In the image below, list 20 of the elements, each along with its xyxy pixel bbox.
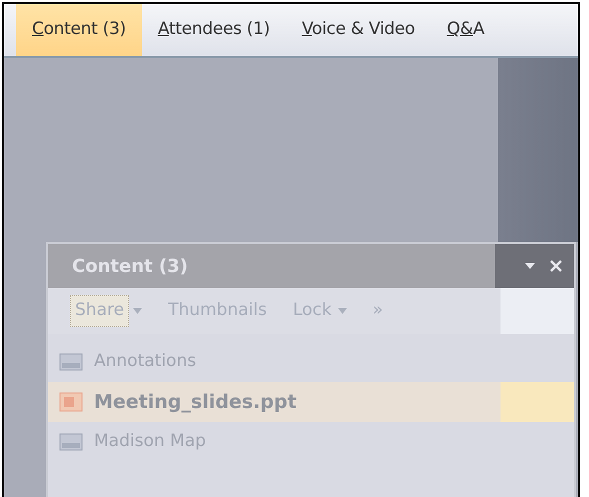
image-icon bbox=[58, 431, 84, 453]
tab[interactable]: Attendees (1) bbox=[142, 4, 286, 56]
item-label: Meeting_slides.ppt bbox=[94, 390, 297, 415]
content-item[interactable]: Meeting_slides.ppt bbox=[48, 382, 574, 422]
tab[interactable]: Q&A bbox=[430, 4, 500, 56]
dropdown-icon[interactable] bbox=[524, 262, 536, 270]
content-item[interactable]: Madison Map bbox=[48, 422, 574, 462]
caret-icon bbox=[338, 308, 347, 314]
slides-icon bbox=[58, 391, 84, 413]
image-icon bbox=[58, 351, 84, 373]
toolbar-button[interactable]: » bbox=[372, 298, 384, 324]
item-label: Madison Map bbox=[94, 430, 206, 454]
panel-title: Content (3) bbox=[72, 254, 188, 278]
caret-icon bbox=[133, 308, 142, 314]
tab[interactable]: Voice & Video bbox=[286, 4, 431, 56]
content-item[interactable]: Annotations bbox=[48, 342, 574, 382]
close-icon[interactable] bbox=[550, 260, 562, 272]
item-label: Annotations bbox=[94, 350, 196, 374]
share-button[interactable]: Share bbox=[70, 295, 130, 327]
tab[interactable]: Content (3) bbox=[16, 4, 142, 56]
